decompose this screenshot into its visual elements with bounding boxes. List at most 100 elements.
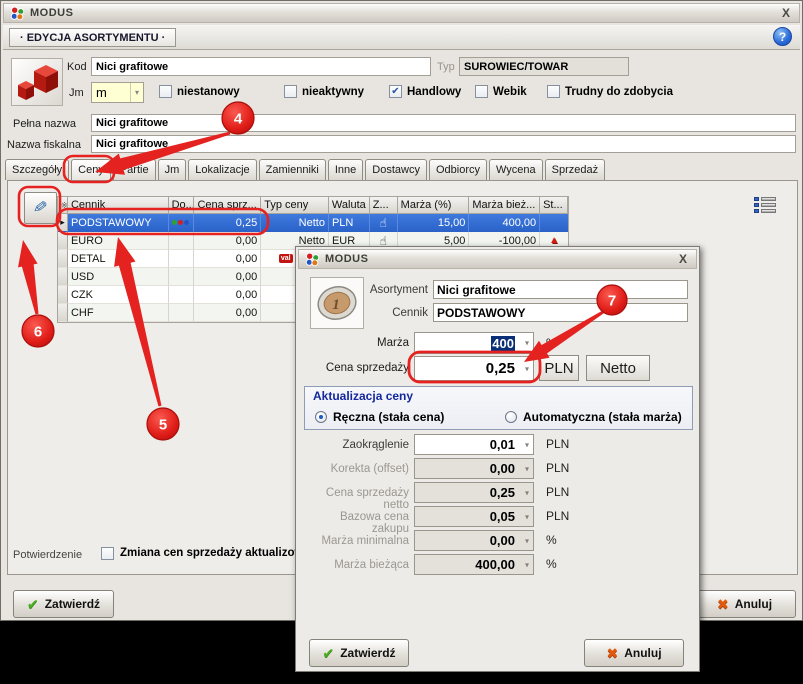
chevron-down-icon[interactable]: ▾ xyxy=(525,339,529,348)
cell-cena[interactable]: 0,00 xyxy=(194,304,262,322)
cell-waluta[interactable]: PLN xyxy=(328,214,370,232)
main-zatwierdz-button[interactable]: ✔ Zatwierdź xyxy=(13,590,114,618)
tab-odbiorcy[interactable]: Odbiorcy xyxy=(428,159,487,180)
cross-icon: ✖ xyxy=(716,595,729,612)
chevron-down-icon: ▾ xyxy=(524,512,529,521)
chevron-down-icon[interactable]: ▾ xyxy=(129,83,139,102)
tab-inne[interactable]: Inne xyxy=(327,159,364,180)
marza-min-unit: % xyxy=(546,533,557,547)
radio-reczna[interactable] xyxy=(315,411,327,423)
tab-dostawcy[interactable]: Dostawcy xyxy=(365,159,427,180)
checkbox-webik[interactable] xyxy=(475,85,488,98)
cell-do[interactable] xyxy=(168,286,195,304)
cena-netto-input: 0,25 ▾ xyxy=(414,482,534,503)
coin-icon: 1 xyxy=(317,286,357,320)
grid-row-podstawowy[interactable]: ▸ PODSTAWOWY 0,25 Netto PLN ☝ 15,00 400,… xyxy=(58,214,569,232)
cell-cena[interactable]: 0,00 xyxy=(194,286,262,304)
checkbox-nieaktywny[interactable] xyxy=(284,85,297,98)
main-titlebar[interactable]: MODUS X xyxy=(3,3,800,23)
checkbox-handlowy[interactable]: ✔ xyxy=(389,85,402,98)
cell-st[interactable] xyxy=(540,214,569,232)
main-anuluj-button[interactable]: ✖ Anuluj xyxy=(693,590,796,618)
tab-ceny[interactable]: Ceny xyxy=(71,159,111,180)
confirm-checkbox[interactable] xyxy=(101,547,114,560)
kod-input[interactable]: Nici grafitowe xyxy=(91,57,431,76)
cell-cennik[interactable]: EURO xyxy=(67,232,169,250)
korekta-unit: PLN xyxy=(546,461,570,475)
pelna-nazwa-input[interactable]: Nici grafitowe xyxy=(91,114,796,132)
checkbox-niestanowy[interactable] xyxy=(159,85,172,98)
jm-value: m xyxy=(96,85,107,100)
col-cena-sprz[interactable]: Cena sprz... xyxy=(194,197,262,214)
vat-badge-icon: val xyxy=(278,254,293,263)
cell-do[interactable] xyxy=(168,304,195,322)
confirm-text: Zmiana cen sprzedaży aktualizow xyxy=(120,547,304,559)
edit-price-button[interactable]: ✎ xyxy=(24,192,57,224)
tab-szczegoly[interactable]: Szczegóły xyxy=(5,159,70,180)
checkbox-trudny-label: Trudny do zdobycia xyxy=(565,86,673,98)
col-z[interactable]: Z... xyxy=(369,197,398,214)
tab-jm[interactable]: Jm xyxy=(157,159,187,180)
pln-button[interactable]: PLN xyxy=(539,355,579,381)
cell-do[interactable] xyxy=(168,214,195,232)
grid-header-row: ※ Cennik Do... Cena sprz... Typ ceny Wal… xyxy=(58,197,568,214)
tab-sprzedaz[interactable]: Sprzedaż xyxy=(544,159,606,180)
cell-marza-biez[interactable]: 400,00 xyxy=(469,214,541,232)
column-chooser-icon[interactable] xyxy=(754,197,776,217)
cell-do[interactable] xyxy=(168,268,195,286)
anuluj-label: Anuluj xyxy=(624,646,662,660)
value: 0,00 xyxy=(489,461,515,476)
dialog-titlebar[interactable]: MODUS X xyxy=(298,249,697,269)
chevron-down-icon[interactable]: ▾ xyxy=(525,440,529,449)
checkbox-trudny[interactable] xyxy=(547,85,560,98)
chevron-down-icon[interactable]: ▾ xyxy=(525,364,529,373)
help-icon[interactable]: ? xyxy=(773,27,792,46)
cell-cennik[interactable]: CZK xyxy=(67,286,169,304)
radio-reczna-label: Ręczna (stała cena) xyxy=(333,410,445,424)
chevron-down-icon: ▾ xyxy=(524,536,529,545)
cennik-label: Cennik xyxy=(392,307,428,319)
cell-do[interactable] xyxy=(168,250,195,268)
zaokraglenie-input[interactable]: 0,01 ▾ xyxy=(414,434,534,455)
cell-marza[interactable]: 15,00 xyxy=(397,214,470,232)
dialog-zatwierdz-button[interactable]: ✔ Zatwierdź xyxy=(309,639,409,667)
jm-select[interactable]: m ▾ xyxy=(91,82,144,103)
cell-cennik[interactable]: CHF xyxy=(67,304,169,322)
tab-partie[interactable]: Partie xyxy=(112,159,156,180)
cell-cennik[interactable]: USD xyxy=(67,268,169,286)
marza-input[interactable]: 400 ▾ xyxy=(414,332,534,354)
marza-label: Marża xyxy=(377,337,409,349)
cell-cena[interactable]: 0,00 xyxy=(194,268,262,286)
dialog-anuluj-button[interactable]: ✖ Anuluj xyxy=(584,639,684,667)
col-marza-biez[interactable]: Marża bież... xyxy=(469,197,541,214)
bazowa-cena-unit: PLN xyxy=(546,509,570,523)
cell-cennik[interactable]: DETAL xyxy=(67,250,169,268)
cell-z[interactable]: ☝ xyxy=(369,214,398,232)
col-marza[interactable]: Marża (%) xyxy=(397,197,470,214)
cell-typ[interactable]: Netto xyxy=(261,214,329,232)
price-dialog: MODUS X 1 Asortyment Nici grafitowe Cenn… xyxy=(295,246,700,672)
tab-zamienniki[interactable]: Zamienniki xyxy=(258,159,326,180)
main-close-button[interactable]: X xyxy=(779,6,793,20)
radio-automatyczna[interactable] xyxy=(505,411,517,423)
netto-button[interactable]: Netto xyxy=(586,355,650,381)
row-indicator xyxy=(58,286,68,304)
cell-cennik[interactable]: PODSTAWOWY xyxy=(67,214,169,232)
col-st[interactable]: St... xyxy=(540,197,568,214)
col-cennik[interactable]: Cennik xyxy=(67,197,169,214)
tab-lokalizacje[interactable]: Lokalizacje xyxy=(188,159,257,180)
dialog-close-button[interactable]: X xyxy=(676,252,690,266)
cell-cena[interactable]: 0,25 xyxy=(194,214,262,232)
cell-cena[interactable]: 0,00 xyxy=(194,250,262,268)
tab-wycena[interactable]: Wycena xyxy=(489,159,543,180)
cena-sprzedazy-input[interactable]: 0,25 ▾ xyxy=(414,356,534,381)
cell-cena[interactable]: 0,00 xyxy=(194,232,262,250)
col-do[interactable]: Do... xyxy=(168,197,195,214)
col-typ-ceny[interactable]: Typ ceny xyxy=(261,197,329,214)
col-waluta[interactable]: Waluta xyxy=(328,197,370,214)
cell-do[interactable] xyxy=(168,232,195,250)
nazwa-fiskalna-input[interactable]: Nici grafitowe xyxy=(91,135,796,153)
tab-strip: Szczegóły Ceny Partie Jm Lokalizacje Zam… xyxy=(5,159,606,180)
row-indicator xyxy=(58,232,68,250)
check-icon: ✔ xyxy=(322,644,335,661)
